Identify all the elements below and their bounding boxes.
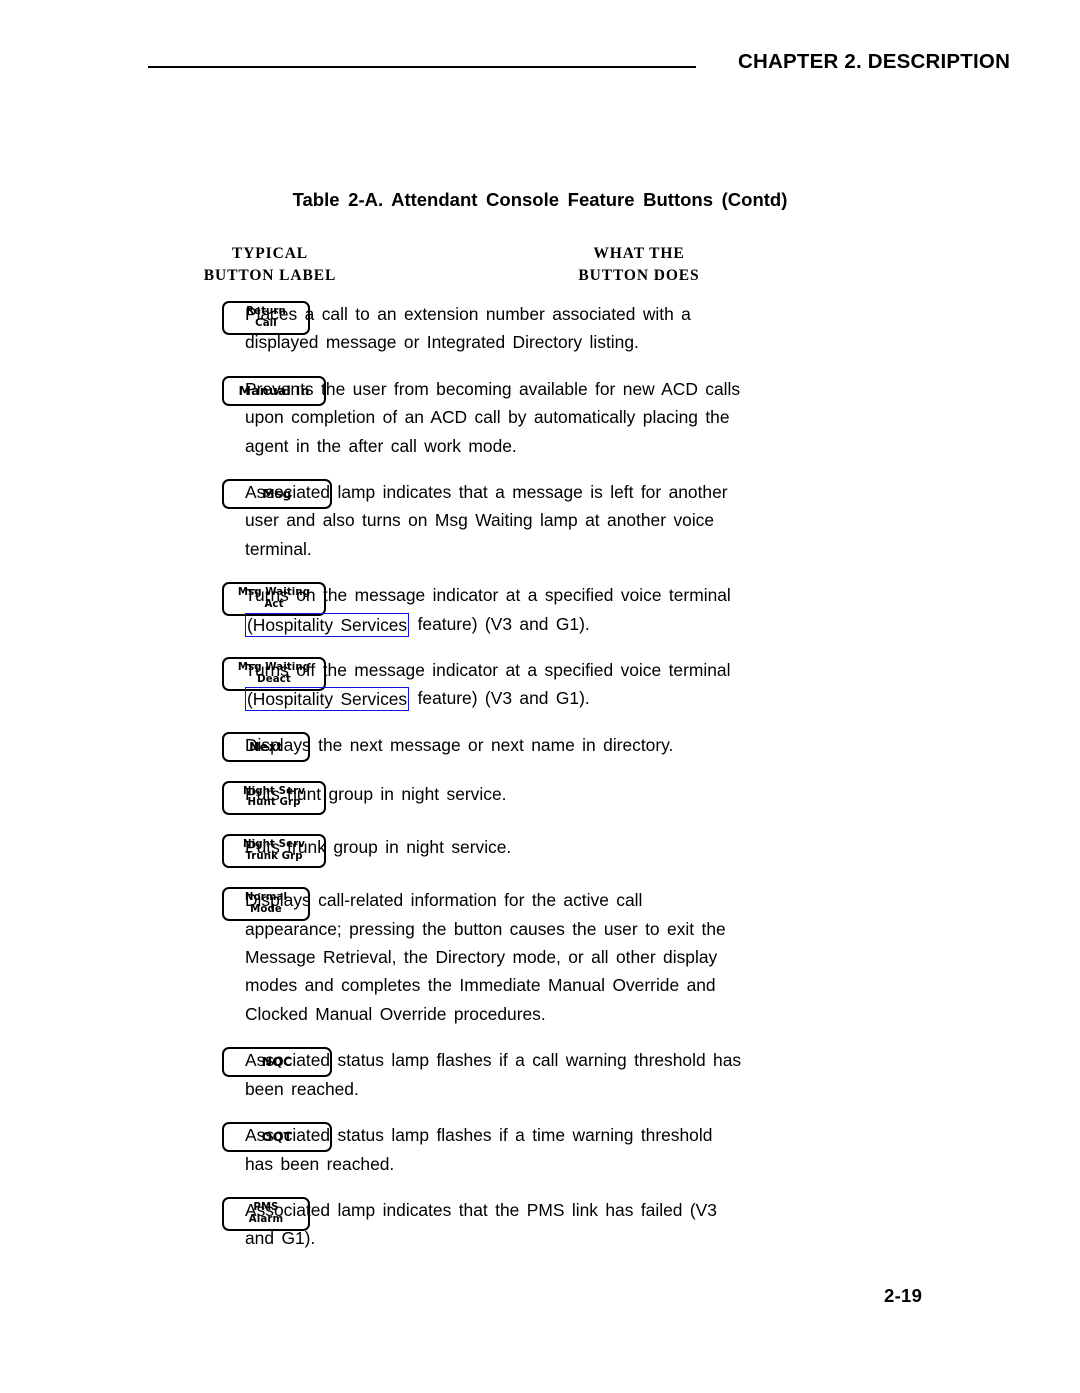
description-text: Displays the next message or next name i… — [245, 731, 910, 759]
description-line: Associated status lamp flashes if a time… — [245, 1125, 713, 1146]
description-line: Puts hunt group in night service. — [245, 783, 507, 804]
description-text: Prevents the user from becoming availabl… — [245, 375, 910, 460]
description-text: Turns off the message indicator at a spe… — [245, 656, 910, 713]
description-line: Message Retrieval, the Directory mode, o… — [245, 947, 718, 968]
description-line: and G1). — [245, 1228, 316, 1249]
button-label-cell: Manual In — [0, 375, 326, 406]
description-line: Turns on the message indicator at a spec… — [245, 585, 731, 606]
description-line: modes and completes the Immediate Manual… — [245, 975, 716, 996]
table-caption: Table 2-A. Attendant Console Feature But… — [292, 189, 788, 210]
description-line: Associated status lamp flashes if a call… — [245, 1050, 742, 1071]
table-row: Night Serv Trunk Grp Puts trunk group in n… — [0, 833, 1080, 869]
description-line: Turns off the message indicator at a spe… — [245, 660, 731, 681]
description-line: Displays call-related information for th… — [245, 890, 643, 911]
description-text: Associated lamp indicates that the PMS l… — [245, 1196, 910, 1253]
description-line: Displays the next message or next name i… — [245, 734, 674, 755]
button-description-cell: Displays call-related information for th… — [222, 886, 1080, 1028]
description-line: Puts trunk group in night service. — [245, 837, 512, 858]
description-text: Associated status lamp flashes if a call… — [245, 1046, 910, 1103]
description-text: Puts trunk group in night service. — [245, 833, 910, 861]
description-line: Clocked Manual Override procedures. — [245, 1003, 546, 1024]
description-line-tail: feature) (V3 and G1). — [410, 613, 590, 634]
button-label-cell: Msg Waiting Act — [0, 581, 326, 617]
table-row: Msg Associated lamp indicates that a mess… — [0, 478, 1080, 563]
table-row: NQC Associated status lamp flashes if a c… — [0, 1046, 1080, 1103]
button-label-cell: PMS Alarm — [0, 1196, 310, 1232]
description-line: upon completion of an ACD call by automa… — [245, 407, 730, 428]
description-line: has been reached. — [245, 1153, 395, 1174]
description-line: appearance; pressing the button causes t… — [245, 918, 726, 939]
button-description-cell: Puts hunt group in night service. — [222, 780, 1080, 808]
description-line: Associated lamp indicates that a message… — [245, 482, 728, 503]
column-header-typical-button-label: TYPICAL BUTTON LABEL — [203, 245, 337, 284]
table-row: Manual In Prevents the user from becoming… — [0, 375, 1080, 460]
button-label-cell: Night Serv Trunk Grp — [0, 833, 326, 869]
table-row: Return Call Places a call to an extension … — [0, 300, 1080, 357]
table-column-headers: TYPICAL BUTTON LABEL WHAT THE BUTTON DOE… — [0, 243, 1080, 291]
button-label-cell: Next — [0, 731, 310, 762]
description-line-with-link: (Hospitality Services feature) (V3 and G… — [245, 610, 910, 638]
description-line: Associated lamp indicates that the PMS l… — [245, 1199, 717, 1220]
description-text: Puts hunt group in night service. — [245, 780, 910, 808]
description-line-with-link: (Hospitality Services feature) (V3 and G… — [245, 684, 910, 712]
button-description-cell: Displays the next message or next name i… — [222, 731, 1080, 759]
button-description-cell: Associated lamp indicates that the PMS l… — [222, 1196, 1080, 1253]
description-line: Places a call to an extension number ass… — [245, 304, 691, 324]
description-text: Associated status lamp flashes if a time… — [245, 1121, 910, 1178]
description-text: Displays call-related information for th… — [245, 886, 910, 1028]
button-label-cell: Msg — [0, 478, 332, 510]
table-row: Msg Waiting Deact Turns off the message in… — [0, 656, 1080, 713]
hospitality-services-link[interactable]: (Hospitality Services — [245, 612, 410, 637]
description-line: been reached. — [245, 1078, 359, 1099]
button-description-cell: Associated status lamp flashes if a time… — [222, 1121, 1080, 1178]
button-label-cell: OQT — [0, 1121, 332, 1153]
button-label-cell: Normal Mode — [0, 886, 310, 922]
table-row: OQT Associated status lamp flashes if a t… — [0, 1121, 1080, 1178]
page-number: 2-19 — [884, 1285, 923, 1306]
chapter-title: CHAPTER 2. DESCRIPTION — [738, 50, 1011, 73]
table-row: Night Serv Hunt Grp Puts hunt group in nig… — [0, 780, 1080, 816]
header-rule — [148, 66, 696, 68]
description-text: Associated lamp indicates that a message… — [245, 478, 910, 563]
button-description-cell: Associated status lamp flashes if a call… — [222, 1046, 1080, 1103]
table-body: Return Call Places a call to an extension … — [0, 300, 1080, 1271]
table-row: Next Displays the next message or next na… — [0, 731, 1080, 762]
description-line: terminal. — [245, 538, 312, 559]
page-header: CHAPTER 2. DESCRIPTION — [0, 44, 1080, 80]
description-text: Places a call to an extension number ass… — [245, 300, 910, 357]
button-description-cell: Prevents the user from becoming availabl… — [222, 375, 1080, 460]
button-label-cell: NQC — [0, 1046, 332, 1078]
button-description-cell: Turns on the message indicator at a spec… — [222, 581, 1080, 638]
description-line: user and also turns on Msg Waiting lamp … — [245, 510, 715, 531]
button-description-cell: Turns off the message indicator at a spe… — [222, 656, 1080, 713]
description-line: displayed message or Integrated Director… — [245, 332, 639, 353]
description-line: agent in the after call work mode. — [245, 435, 517, 456]
hospitality-services-link[interactable]: (Hospitality Services — [245, 687, 410, 712]
button-label-cell: Msg Waiting Deact — [0, 656, 326, 692]
description-line-tail: feature) (V3 and G1). — [410, 688, 590, 709]
button-description-cell: Places a call to an extension number ass… — [222, 300, 1080, 357]
button-description-cell: Associated lamp indicates that a message… — [222, 478, 1080, 563]
table-row: Msg Waiting Act Turns on the message indic… — [0, 581, 1080, 638]
column-header-what-the-button-does: WHAT THE BUTTON DOES — [578, 245, 700, 284]
button-label-cell: Return Call — [0, 300, 310, 336]
description-text: Turns on the message indicator at a spec… — [245, 581, 910, 638]
table-row: PMS Alarm Associated lamp indicates that t… — [0, 1196, 1080, 1253]
button-label-cell: Night Serv Hunt Grp — [0, 780, 326, 816]
description-line: Prevents the user from becoming availabl… — [245, 378, 741, 399]
button-description-cell: Puts trunk group in night service. — [222, 833, 1080, 861]
table-row: Normal Mode Displays call-related informat… — [0, 886, 1080, 1028]
